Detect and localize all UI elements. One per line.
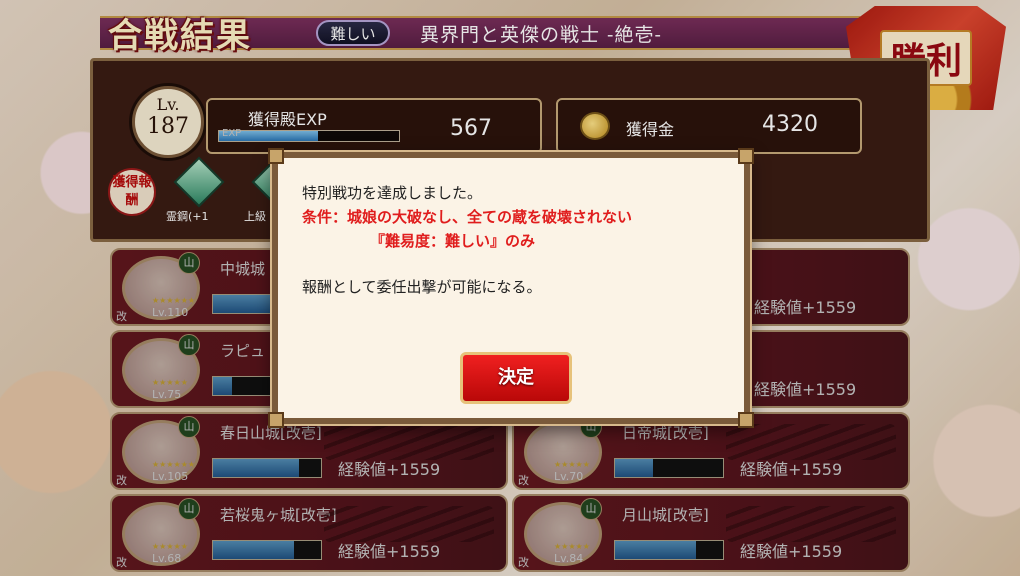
modal-message: 特別戦功を達成しました。 — [302, 184, 483, 202]
corner-ornament — [268, 412, 284, 428]
achievement-dialog: 特別戦功を達成しました。 条件：城娘の大破なし、全ての蔵を破壊されない 『難易度… — [268, 148, 754, 428]
corner-ornament — [738, 148, 754, 164]
modal-reward-text: 報酬として委任出撃が可能になる。 — [302, 278, 542, 296]
modal-condition-detail: 『難易度：難しい』のみ — [370, 232, 536, 250]
confirm-button[interactable]: 決定 — [460, 352, 572, 404]
modal-condition: 条件：城娘の大破なし、全ての蔵を破壊されない — [302, 208, 633, 226]
corner-ornament — [268, 148, 284, 164]
corner-ornament — [738, 412, 754, 428]
